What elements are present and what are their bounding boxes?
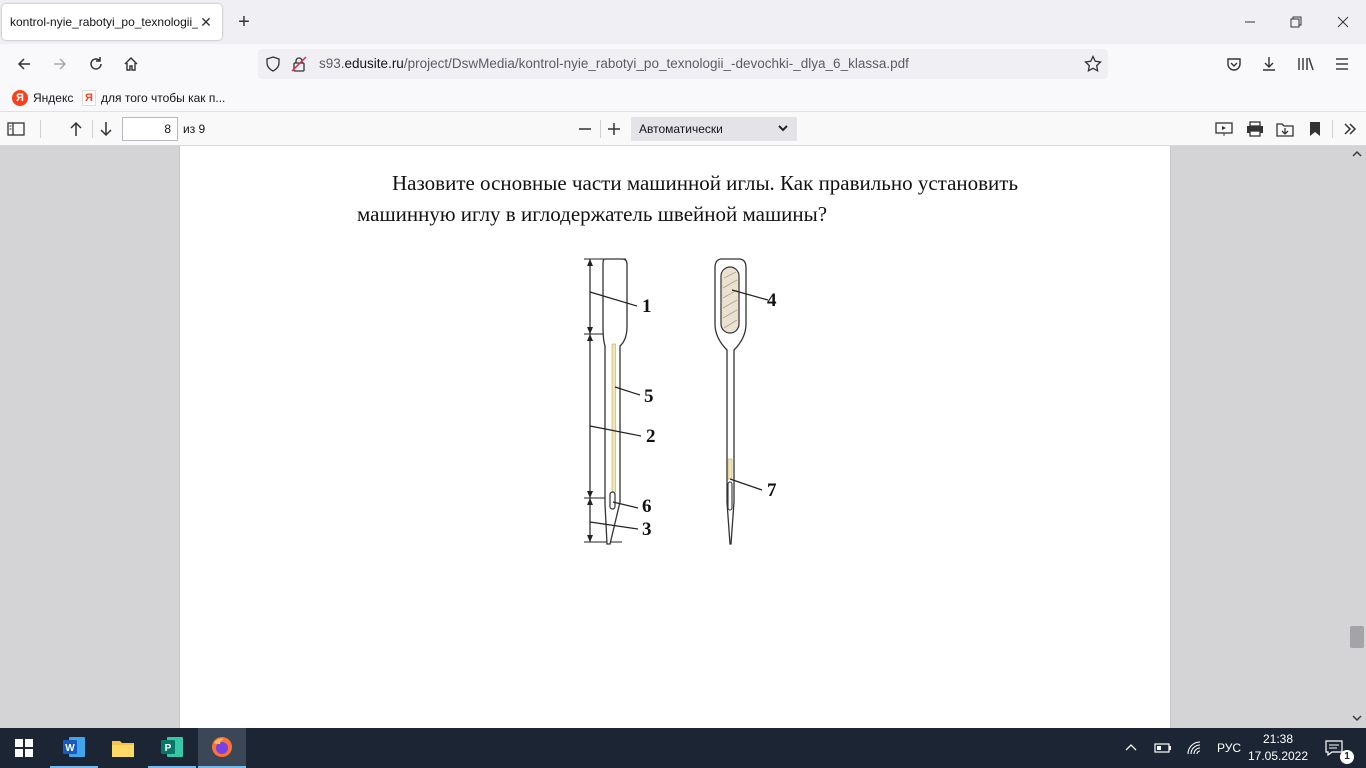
save-icon[interactable]: [1273, 117, 1297, 141]
shield-icon[interactable]: [265, 56, 281, 75]
pocket-icon[interactable]: [1222, 52, 1246, 76]
firefox-icon[interactable]: [198, 728, 246, 768]
network-icon[interactable]: [1184, 728, 1206, 768]
bookmarks-bar: Я Яндекс Я для того чтобы как п...: [0, 84, 1366, 112]
reload-icon[interactable]: [84, 52, 108, 76]
navigation-bar: s93.edusite.ru/project/DswMedia/kontrol-…: [0, 44, 1366, 84]
close-tab-icon[interactable]: ✕: [198, 14, 214, 30]
battery-icon[interactable]: [1152, 728, 1174, 768]
zoom-value: Автоматически: [639, 122, 723, 136]
bookmark-star-icon[interactable]: [1084, 54, 1102, 76]
close-window-icon[interactable]: [1333, 12, 1353, 32]
leader-7: [729, 478, 763, 491]
publisher-icon[interactable]: P: [148, 728, 196, 768]
presentation-mode-icon[interactable]: [1212, 117, 1236, 141]
zoom-in-icon[interactable]: [602, 117, 626, 141]
short-groove: [727, 458, 733, 480]
tab-strip: kontrol-nyie_rabotyi_po_texnologii_ ✕ +: [0, 0, 1366, 44]
needle-figure: 1 5 2 6 3 4 7: [584, 258, 777, 545]
toolbar-separator: [600, 120, 601, 138]
windows-taskbar: W P РУС 21:38 17.05.2022 1: [0, 728, 1366, 768]
long-groove: [611, 343, 616, 493]
label-2: 2: [646, 426, 656, 447]
start-windows-icon[interactable]: [0, 728, 48, 768]
url-path: /project/DswMedia/kontrol-nyie_rabotyi_p…: [403, 56, 909, 71]
question-text: Назовите основные части машинной иглы. К…: [357, 171, 1019, 226]
forward-icon[interactable]: [48, 52, 72, 76]
bookmark-yandex[interactable]: Я Яндекс: [12, 90, 73, 106]
menu-icon[interactable]: [1330, 52, 1354, 76]
label-6: 6: [642, 496, 652, 517]
scroll-up-icon[interactable]: [1352, 148, 1362, 162]
tab-title: kontrol-nyie_rabotyi_po_texnologii_: [10, 15, 198, 29]
clock-time: 21:38: [1262, 732, 1294, 746]
toolbar-separator: [1332, 120, 1333, 138]
library-icon[interactable]: [1294, 52, 1318, 76]
notification-count-badge: 1: [1340, 750, 1354, 764]
show-hidden-icons-chevron[interactable]: [1120, 728, 1142, 768]
word-icon[interactable]: W: [50, 728, 98, 768]
yandex-icon: Я: [12, 90, 28, 106]
scroll-thumb[interactable]: [1350, 626, 1364, 648]
pdf-viewer: Назовите основные части машинной иглы. К…: [0, 146, 1366, 728]
pdf-toolbar: 8 из 9 Автоматически: [0, 112, 1366, 146]
url-prefix: s93.: [319, 56, 345, 71]
tools-chevron-icon[interactable]: [1338, 117, 1362, 141]
chevron-down-icon: [777, 122, 789, 137]
previous-page-icon[interactable]: [64, 117, 88, 141]
toolbar-separator: [40, 120, 41, 138]
label-7: 7: [767, 480, 777, 501]
url-text[interactable]: s93.edusite.ru/project/DswMedia/kontrol-…: [319, 56, 909, 71]
scroll-down-icon[interactable]: [1352, 712, 1362, 726]
clock[interactable]: 21:38 17.05.2022: [1246, 731, 1310, 765]
browser-tab-active[interactable]: kontrol-nyie_rabotyi_po_texnologii_ ✕: [2, 4, 222, 40]
page-count: из 9: [183, 122, 206, 136]
label-1: 1: [642, 296, 652, 317]
vertical-scrollbar[interactable]: [1348, 146, 1366, 728]
page-number-input[interactable]: 8: [122, 117, 178, 141]
pdf-page: Назовите основные части машинной иглы. К…: [179, 146, 1171, 728]
svg-text:W: W: [65, 743, 75, 754]
restore-icon[interactable]: [1286, 12, 1306, 32]
print-icon[interactable]: [1243, 117, 1267, 141]
toolbar-separator: [92, 120, 93, 138]
new-tab-icon[interactable]: +: [234, 12, 254, 32]
svg-text:P: P: [165, 743, 172, 754]
back-icon[interactable]: [12, 52, 36, 76]
bookmark-label: Яндекс: [33, 91, 74, 105]
address-bar[interactable]: s93.edusite.ru/project/DswMedia/kontrol-…: [258, 49, 1108, 79]
label-4: 4: [767, 290, 777, 311]
downloads-icon[interactable]: [1257, 52, 1281, 76]
home-icon[interactable]: [119, 52, 143, 76]
label-5: 5: [644, 386, 654, 407]
insecure-lock-icon[interactable]: [291, 56, 307, 75]
bookmark-icon[interactable]: [1303, 117, 1327, 141]
yandex-page-icon: Я: [82, 90, 96, 106]
next-page-icon[interactable]: [94, 117, 118, 141]
zoom-select[interactable]: Автоматически: [631, 117, 797, 141]
url-domain: edusite.ru: [344, 56, 404, 71]
minimize-icon[interactable]: [1240, 12, 1260, 32]
zoom-out-icon[interactable]: [573, 117, 597, 141]
bookmark-yandex-page[interactable]: Я для того чтобы как п...: [82, 90, 225, 106]
bookmark-label: для того чтобы как п...: [101, 91, 226, 105]
label-3: 3: [642, 519, 652, 540]
sidebar-toggle-icon[interactable]: [4, 117, 28, 141]
language-indicator[interactable]: РУС: [1212, 728, 1246, 768]
file-explorer-icon[interactable]: [99, 728, 147, 768]
clock-date: 17.05.2022: [1247, 749, 1309, 763]
